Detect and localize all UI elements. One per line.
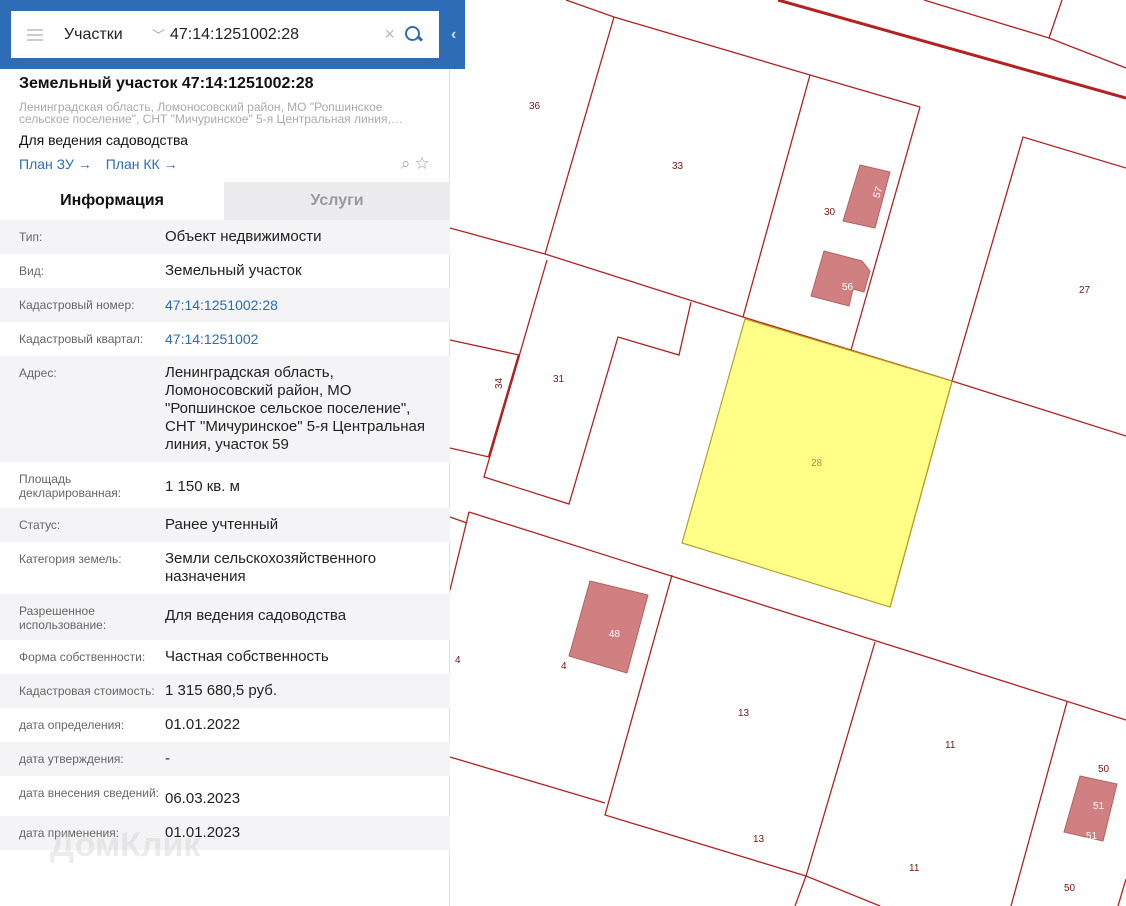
row-label: Разрешенное использование: xyxy=(19,604,107,632)
map-label: 13 xyxy=(753,834,765,845)
row-label: Форма собственности: xyxy=(19,650,146,664)
table-row: дата определения: 01.01.2022 xyxy=(0,708,450,742)
search-box: Участки ﹀ 47:14:1251002:28 × xyxy=(11,11,439,58)
row-label: Кадастровый квартал: xyxy=(19,332,144,346)
page-title: Земельный участок 47:14:1251002:28 xyxy=(19,75,314,92)
map-label: 51 xyxy=(1086,831,1098,842)
row-label: дата внесения сведений: xyxy=(19,786,159,800)
row-value: 01.01.2023 xyxy=(165,824,241,841)
cadastral-number-link[interactable]: 47:14:1251002:28 xyxy=(165,296,450,314)
zoom-to-object-icon[interactable]: ⌕ xyxy=(401,154,411,173)
map-label: 13 xyxy=(738,708,750,719)
search-bar: Участки ﹀ 47:14:1251002:28 × ‹ xyxy=(0,0,465,69)
row-value: 1 150 кв. м xyxy=(165,478,240,495)
table-row: дата утверждения: - xyxy=(0,742,450,776)
purpose-text: Для ведения садоводства xyxy=(19,132,189,148)
row-label: Площадь декларированная: xyxy=(19,472,122,500)
row-value: Объект недвижимости xyxy=(165,228,322,245)
category-select[interactable]: Участки xyxy=(64,26,152,44)
map-label: 28 xyxy=(811,458,823,469)
table-row: Кадастровый номер: 47:14:1251002:28 xyxy=(0,288,450,322)
row-label: дата утверждения: xyxy=(19,752,124,766)
info-panel: Земельный участок 47:14:1251002:28 Ленин… xyxy=(0,0,450,906)
row-label: Статус: xyxy=(19,518,61,532)
row-value: - xyxy=(165,750,170,767)
watermark-logo: ДомКлик xyxy=(50,826,201,864)
search-input[interactable]: 47:14:1251002:28 xyxy=(170,26,384,44)
row-value: Земельный участок xyxy=(165,262,302,279)
map-label: 11 xyxy=(945,740,956,751)
table-row: Категория земель: Земли сельскохозяйствен… xyxy=(0,542,450,594)
info-table: Тип: Объект недвижимости Вид: Земельный уч… xyxy=(0,220,450,850)
table-row: Форма собственности: Частная собственност… xyxy=(0,640,450,674)
menu-icon[interactable] xyxy=(27,28,43,41)
map-label: 30 xyxy=(824,207,836,218)
row-label: Вид: xyxy=(19,264,45,278)
collapse-panel-icon[interactable]: ‹ xyxy=(451,26,456,44)
clear-icon[interactable]: × xyxy=(384,24,395,45)
cadastral-quarter-link[interactable]: 47:14:1251002 xyxy=(165,330,450,348)
map-label: 51 xyxy=(1093,801,1105,812)
row-value: Ленинградская область, Ломоносовский рай… xyxy=(165,364,425,453)
plan-zu-link[interactable]: План ЗУ → xyxy=(19,156,92,172)
row-value: 01.01.2022 xyxy=(165,716,241,733)
search-icon[interactable] xyxy=(405,25,423,44)
map-label: 4 xyxy=(561,661,567,672)
row-label: Кадастровая стоимость: xyxy=(19,684,155,698)
table-row: Статус: Ранее учтенный xyxy=(0,508,450,542)
map-label: 33 xyxy=(672,161,684,172)
map-label: 50 xyxy=(1098,764,1110,775)
row-value: Земли сельскохозяйственного назначения xyxy=(165,550,377,585)
map-label: 31 xyxy=(553,374,565,385)
row-value: Частная собственность xyxy=(165,648,329,665)
table-row: Тип: Объект недвижимости xyxy=(0,220,450,254)
table-row: Вид: Земельный участок xyxy=(0,254,450,288)
row-value: 06.03.2023 xyxy=(165,790,241,807)
star-icon[interactable]: ☆ xyxy=(415,154,429,173)
address-line: сельское поселение", СНТ "Мичуринское" 5… xyxy=(19,112,403,126)
table-row: Площадь декларированная: 1 150 кв. м xyxy=(0,462,450,508)
chevron-down-icon[interactable]: ﹀ xyxy=(152,25,170,44)
map-label: 50 xyxy=(1064,883,1076,894)
plan-kk-link[interactable]: План КК → xyxy=(106,156,178,172)
table-row: Адрес: Ленинградская область, Ломоносовск… xyxy=(0,356,450,462)
row-label: Тип: xyxy=(19,230,43,244)
row-value: Ранее учтенный xyxy=(165,516,279,533)
map-label: 56 xyxy=(842,282,854,293)
row-value: 1 315 680,5 руб. xyxy=(165,682,278,699)
row-label: дата определения: xyxy=(19,718,125,732)
row-label: Категория земель: xyxy=(19,552,122,566)
map-label: 34 xyxy=(494,377,505,389)
map-label: 48 xyxy=(609,629,621,640)
row-label: Адрес: xyxy=(19,366,57,380)
tab-info[interactable]: Информация xyxy=(0,182,224,220)
map-label: 11 xyxy=(909,863,920,874)
address-summary: Ленинградская область, Ломоносовский рай… xyxy=(19,101,419,125)
table-row: Кадастровая стоимость: 1 315 680,5 руб. xyxy=(0,674,450,708)
row-value: Для ведения садоводства xyxy=(165,607,347,624)
map-label: 36 xyxy=(529,101,541,112)
map-label: 4 xyxy=(455,655,461,666)
row-label: Кадастровый номер: xyxy=(19,298,135,312)
tab-services[interactable]: Услуги xyxy=(224,182,450,220)
building-56 xyxy=(810,250,871,307)
table-row: дата внесения сведений: 06.03.2023 xyxy=(0,776,450,816)
table-row: Кадастровый квартал: 47:14:1251002 xyxy=(0,322,450,356)
map-label: 27 xyxy=(1079,285,1091,296)
table-row: Разрешенное использование: Для ведения са… xyxy=(0,594,450,640)
building-48 xyxy=(568,580,649,674)
